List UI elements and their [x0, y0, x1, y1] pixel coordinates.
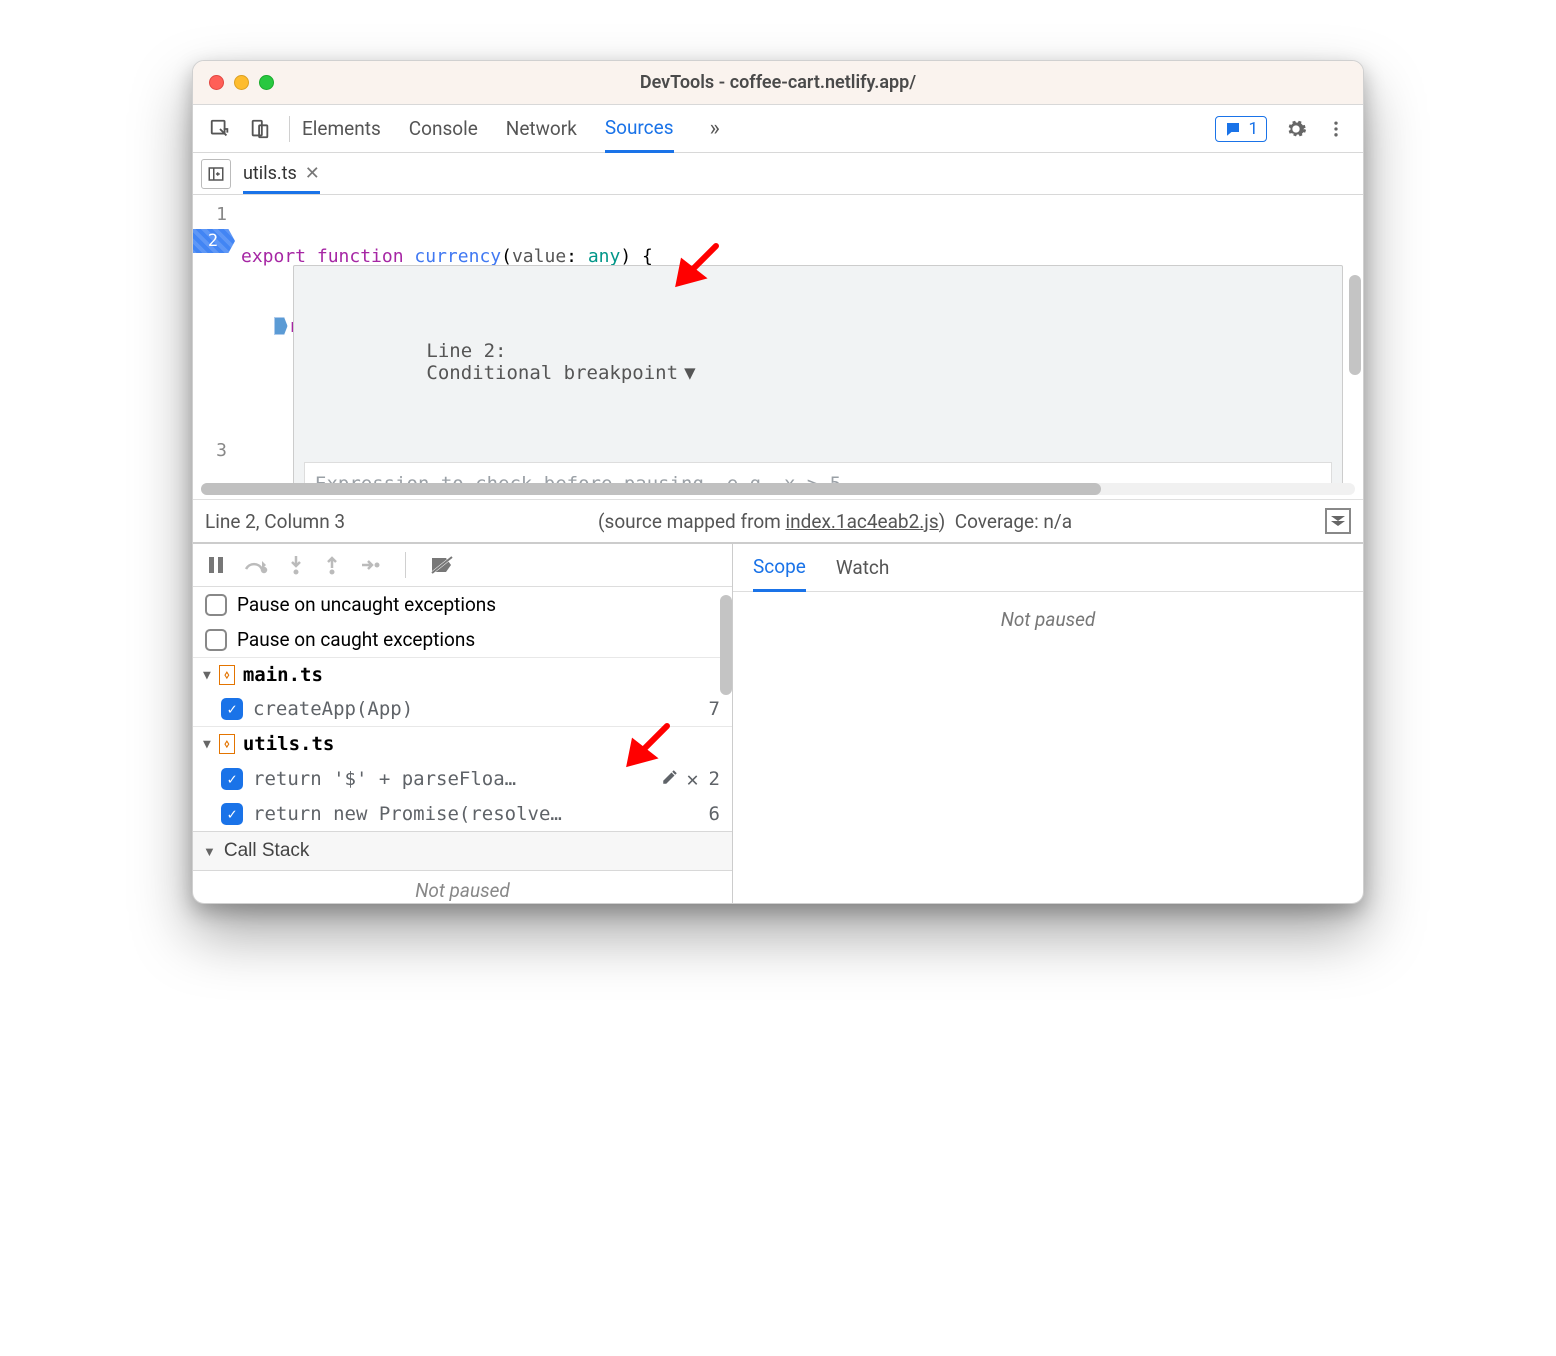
vertical-scrollbar[interactable] [720, 595, 732, 695]
toggle-bottom-panel-icon[interactable] [1325, 508, 1351, 534]
triangle-down-icon: ▼ [203, 668, 211, 683]
checkbox[interactable]: ✓ [221, 803, 243, 825]
chevron-down-icon: ▼ [684, 362, 695, 384]
pause-caught-row[interactable]: Pause on caught exceptions [193, 622, 732, 657]
code-content[interactable]: export function currency(value: any) { r… [233, 195, 1363, 483]
triangle-down-icon: ▼ [203, 844, 216, 859]
line-breakpoint-marker[interactable]: 2 [193, 229, 235, 253]
checkbox[interactable] [205, 629, 227, 651]
code-editor[interactable]: 1 2 3 export function currency(value: an… [193, 195, 1363, 483]
call-stack-header[interactable]: ▼ Call Stack [193, 831, 732, 871]
source-map-link[interactable]: index.1ac4eab2.js [786, 510, 939, 533]
call-stack-empty: Not paused [193, 871, 732, 903]
breakpoints-panel: Pause on uncaught exceptions Pause on ca… [193, 587, 732, 903]
checkbox[interactable] [205, 594, 227, 616]
scope-watch-tabs: Scope Watch [733, 544, 1363, 592]
annotation-arrow-icon [671, 241, 721, 291]
issues-badge[interactable]: 1 [1215, 116, 1267, 142]
minimize-window-button[interactable] [234, 75, 249, 90]
maximize-window-button[interactable] [259, 75, 274, 90]
navigator-toggle-icon[interactable] [201, 159, 231, 189]
file-tab-label: utils.ts [243, 163, 297, 184]
tab-console[interactable]: Console [409, 105, 478, 152]
tab-elements[interactable]: Elements [302, 105, 381, 152]
kebab-menu-icon[interactable] [1319, 112, 1353, 146]
step-icon[interactable] [359, 556, 381, 574]
more-tabs-icon[interactable]: » [702, 116, 728, 141]
conditional-breakpoint-dialog: Line 2: Conditional breakpoint ▼ Express… [293, 265, 1343, 483]
titlebar: DevTools - coffee-cart.netlify.app/ [193, 61, 1363, 105]
issues-count: 1 [1248, 119, 1258, 139]
horizontal-scrollbar[interactable] [201, 483, 1355, 495]
speech-bubble-icon [1224, 120, 1242, 138]
triangle-down-icon: ▼ [203, 737, 211, 752]
step-into-icon[interactable] [287, 554, 305, 576]
checkbox[interactable]: ✓ [221, 768, 243, 790]
breakpoint-type-dropdown[interactable]: Conditional breakpoint ▼ [426, 362, 695, 384]
scrollbar-thumb[interactable] [201, 483, 1101, 495]
file-icon: ⬨ [219, 665, 235, 685]
deactivate-breakpoints-icon[interactable] [430, 555, 454, 575]
settings-gear-icon[interactable] [1279, 112, 1313, 146]
line-number[interactable]: 3 [193, 437, 227, 465]
devtools-window: DevTools - coffee-cart.netlify.app/ Elem… [192, 60, 1364, 904]
checkbox[interactable]: ✓ [221, 698, 243, 720]
file-icon: ⬨ [219, 734, 235, 754]
cond-header: Line 2: Conditional breakpoint ▼ [294, 308, 1342, 416]
column-breakpoint-icon[interactable] [274, 317, 288, 335]
close-tab-icon[interactable]: ✕ [305, 163, 320, 184]
tab-scope[interactable]: Scope [753, 545, 806, 592]
debugger-pane: Pause on uncaught exceptions Pause on ca… [193, 543, 1363, 903]
file-tab-bar: utils.ts ✕ [193, 153, 1363, 195]
tab-watch[interactable]: Watch [836, 544, 890, 591]
tab-network[interactable]: Network [506, 105, 577, 152]
panel-tabs: Elements Console Network Sources » [302, 105, 728, 152]
cursor-position: Line 2, Column 3 [205, 510, 345, 533]
pause-uncaught-row[interactable]: Pause on uncaught exceptions [193, 587, 732, 622]
step-over-icon[interactable] [243, 555, 269, 575]
debugger-toolbar [193, 544, 732, 587]
window-controls [209, 75, 274, 90]
window-title: DevTools - coffee-cart.netlify.app/ [193, 72, 1363, 93]
remove-x-icon[interactable]: ✕ [687, 767, 699, 791]
condition-input[interactable]: Expression to check before pausing, e.g.… [304, 462, 1332, 483]
annotation-arrow-icon [622, 721, 672, 771]
source-map-info: (source mapped from index.1ac4eab2.js) C… [598, 510, 1072, 533]
line-number[interactable]: 1 [193, 201, 227, 229]
close-window-button[interactable] [209, 75, 224, 90]
status-bar: Line 2, Column 3 (source mapped from ind… [193, 499, 1363, 543]
file-tab-utils[interactable]: utils.ts ✕ [243, 153, 320, 194]
breakpoint-row[interactable]: ✓ return '$' + parseFloa… ✕ 2 [193, 761, 732, 797]
device-toggle-icon[interactable] [243, 112, 277, 146]
pause-icon[interactable] [207, 555, 225, 575]
step-out-icon[interactable] [323, 554, 341, 576]
tab-sources[interactable]: Sources [605, 106, 674, 153]
gutter[interactable]: 1 2 3 [193, 195, 233, 483]
scope-empty: Not paused [733, 592, 1363, 903]
debugger-left-pane: Pause on uncaught exceptions Pause on ca… [193, 544, 733, 903]
vertical-scrollbar[interactable] [1349, 275, 1361, 375]
breakpoint-row[interactable]: ✓ return new Promise(resolve… 6 [193, 797, 732, 831]
main-toolbar: Elements Console Network Sources » 1 [193, 105, 1363, 153]
divider [289, 116, 290, 142]
coverage-info: Coverage: n/a [955, 510, 1072, 533]
inspect-element-icon[interactable] [203, 112, 237, 146]
file-group-header[interactable]: ▼ ⬨ main.ts [193, 657, 732, 692]
debugger-right-pane: Scope Watch Not paused [733, 544, 1363, 903]
